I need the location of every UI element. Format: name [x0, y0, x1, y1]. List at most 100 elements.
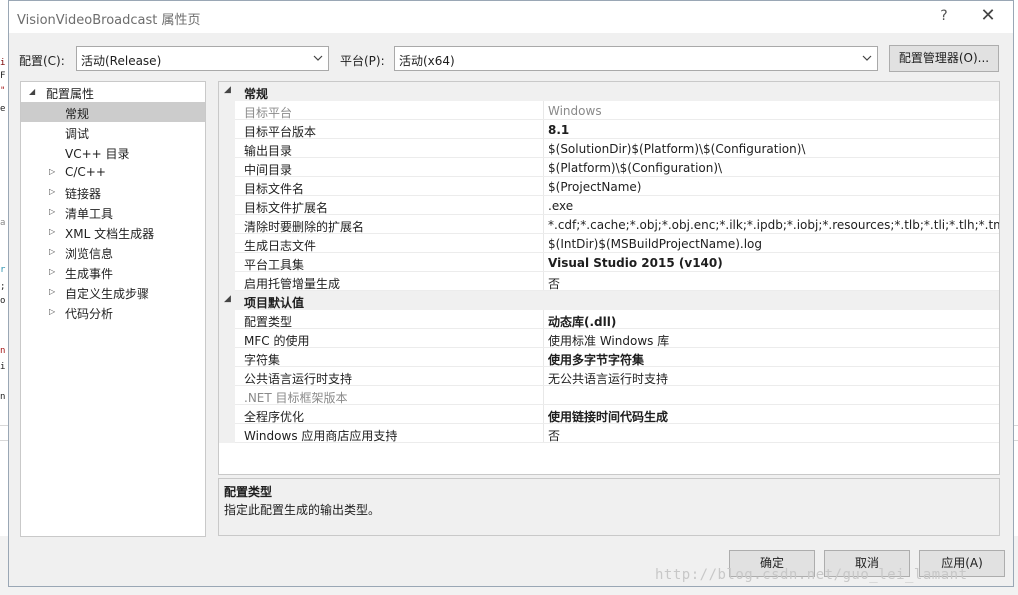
property-tree: ◢ 配置属性 常规 调试 VC++ 目录 ▷ C/C++ ▷ 链接器 ▷ 清单工…: [20, 81, 206, 537]
category-label: 常规: [244, 87, 269, 101]
tree-item-label: 链接器: [65, 187, 102, 201]
collapse-triangle-icon[interactable]: ◢: [224, 85, 231, 95]
tree-item-general[interactable]: 常规: [21, 102, 205, 122]
collapsed-triangle-icon[interactable]: ▷: [49, 166, 59, 178]
property-row[interactable]: 公共语言运行时支持 无公共语言运行时支持: [219, 367, 999, 386]
tree-item-label: 常规: [65, 107, 90, 121]
config-manager-button[interactable]: 配置管理器(O)...: [889, 45, 999, 72]
close-icon[interactable]: ✕: [975, 3, 1001, 29]
platform-dropdown[interactable]: 活动(x64): [394, 46, 878, 71]
tree-item-build-events[interactable]: ▷ 生成事件: [21, 262, 205, 282]
tree-item-custom-build-step[interactable]: ▷ 自定义生成步骤: [21, 282, 205, 302]
column-divider: [543, 139, 544, 158]
property-pages-dialog: VisionVideoBroadcast 属性页 ? ✕ 配置(C): 活动(R…: [8, 0, 1014, 587]
property-row[interactable]: 中间目录 $(Platform)\$(Configuration)\: [219, 158, 999, 177]
background-editor-strip: i F " e a r ; o n i n: [0, 0, 8, 595]
property-value[interactable]: Visual Studio 2015 (v140): [548, 256, 723, 270]
tree-item-linker[interactable]: ▷ 链接器: [21, 182, 205, 202]
background-code-glyph: o: [0, 296, 6, 306]
property-row[interactable]: 启用托管增量生成否: [219, 272, 999, 291]
column-divider: [543, 196, 544, 215]
row-margin: [219, 196, 235, 215]
category-general[interactable]: ◢ 常规: [219, 82, 999, 101]
tree-item-label: 自定义生成步骤: [65, 287, 150, 301]
collapsed-triangle-icon[interactable]: ▷: [49, 206, 59, 218]
tree-item-config-properties[interactable]: ◢ 配置属性: [21, 82, 205, 102]
config-dropdown[interactable]: 活动(Release): [76, 46, 329, 71]
row-margin: [219, 405, 235, 424]
column-divider: [543, 158, 544, 177]
title-bar[interactable]: VisionVideoBroadcast 属性页 ? ✕: [9, 1, 1013, 33]
property-row[interactable]: 清除时要删除的扩展名 *.cdf;*.cache;*.obj;*.obj.enc;…: [219, 215, 999, 234]
tree-item-vc-directories[interactable]: VC++ 目录: [21, 142, 205, 162]
collapsed-triangle-icon[interactable]: ▷: [49, 246, 59, 258]
property-row[interactable]: .NET 目标框架版本: [219, 386, 999, 405]
collapsed-triangle-icon[interactable]: ▷: [49, 266, 59, 278]
property-row[interactable]: 目标平台 Windows: [219, 101, 999, 120]
row-margin: [219, 101, 235, 120]
column-divider: [543, 329, 544, 348]
tree-item-label: 配置属性: [46, 87, 95, 101]
row-margin: [219, 234, 235, 253]
tree-item-label: C/C++: [65, 165, 106, 179]
description-panel: 配置类型 指定此配置生成的输出类型。: [218, 478, 1000, 536]
property-value[interactable]: $(Platform)\$(Configuration)\: [548, 161, 722, 175]
platform-dropdown-value: 活动(x64): [399, 54, 455, 68]
property-row[interactable]: 目标平台版本 8.1: [219, 120, 999, 139]
row-margin: [219, 348, 235, 367]
tree-item-label: 调试: [65, 127, 90, 141]
property-row[interactable]: 全程序优化 使用链接时间代码生成: [219, 405, 999, 424]
tree-item-label: 浏览信息: [65, 247, 114, 261]
tree-item-manifest-tool[interactable]: ▷ 清单工具: [21, 202, 205, 222]
property-value[interactable]: $(IntDir)$(MSBuildProjectName).log: [548, 237, 762, 251]
property-row[interactable]: 平台工具集 Visual Studio 2015 (v140): [219, 253, 999, 272]
tree-item-code-analysis[interactable]: ▷ 代码分析: [21, 302, 205, 322]
row-margin: [219, 177, 235, 196]
column-divider: [543, 272, 544, 291]
row-margin: [219, 158, 235, 177]
collapsed-triangle-icon[interactable]: ▷: [49, 286, 59, 298]
column-divider: [543, 253, 544, 272]
property-row[interactable]: 配置类型 动态库(.dll): [219, 310, 999, 329]
property-grid: ◢ 常规 目标平台 Windows 目标平台版本 8.1 输出目录 $(SolutionD…: [218, 81, 1000, 475]
property-row[interactable]: 输出目录 $(SolutionDir)$(Platform)\$(Configur…: [219, 139, 999, 158]
collapsed-triangle-icon[interactable]: ▷: [49, 306, 59, 318]
property-row[interactable]: 生成日志文件 $(IntDir)$(MSBuildProjectName).log: [219, 234, 999, 253]
background-code-glyph: i: [0, 58, 6, 68]
row-margin: [219, 424, 235, 443]
property-row[interactable]: MFC 的使用 使用标准 Windows 库: [219, 329, 999, 348]
tree-item-debugging[interactable]: 调试: [21, 122, 205, 142]
tree-item-browse-info[interactable]: ▷ 浏览信息: [21, 242, 205, 262]
tree-item-label: 清单工具: [65, 207, 114, 221]
collapsed-triangle-icon[interactable]: ▷: [49, 226, 59, 238]
tree-item-c-cpp[interactable]: ▷ C/C++: [21, 162, 205, 182]
collapse-triangle-icon[interactable]: ◢: [224, 294, 231, 304]
property-value[interactable]: $(SolutionDir)$(Platform)\$(Configuratio…: [548, 142, 805, 156]
property-row[interactable]: 目标文件扩展名 .exe: [219, 196, 999, 215]
property-value[interactable]: Windows: [548, 104, 602, 118]
row-separator: [235, 442, 999, 443]
collapsed-triangle-icon[interactable]: ▷: [49, 186, 59, 198]
help-icon[interactable]: ?: [933, 5, 955, 27]
property-row[interactable]: 字符集 使用多字节字符集: [219, 348, 999, 367]
property-value[interactable]: 8.1: [548, 123, 569, 137]
watermark-text: http://blog.csdn.net/guo_lei_lamant: [655, 567, 968, 583]
column-divider: [543, 405, 544, 424]
property-value[interactable]: .exe: [548, 199, 573, 213]
category-label: 项目默认值: [244, 296, 305, 310]
column-divider: [543, 386, 544, 405]
tree-item-xml-doc-generator[interactable]: ▷ XML 文档生成器: [21, 222, 205, 242]
expanded-triangle-icon[interactable]: ◢: [29, 86, 39, 98]
column-divider: [543, 424, 544, 443]
chevron-down-icon: [862, 55, 872, 61]
property-row[interactable]: 目标文件名 $(ProjectName): [219, 177, 999, 196]
background-code-glyph: n: [0, 346, 6, 356]
column-divider: [543, 177, 544, 196]
row-margin: [219, 367, 235, 386]
property-row[interactable]: Windows 应用商店应用支持否: [219, 424, 999, 443]
property-value[interactable]: $(ProjectName): [548, 180, 641, 194]
category-project-defaults[interactable]: ◢ 项目默认值: [219, 291, 999, 310]
description-title: 配置类型: [224, 485, 273, 499]
tree-item-label: XML 文档生成器: [65, 227, 155, 241]
property-value[interactable]: *.cdf;*.cache;*.obj;*.obj.enc;*.ilk;*.ip…: [548, 218, 999, 232]
